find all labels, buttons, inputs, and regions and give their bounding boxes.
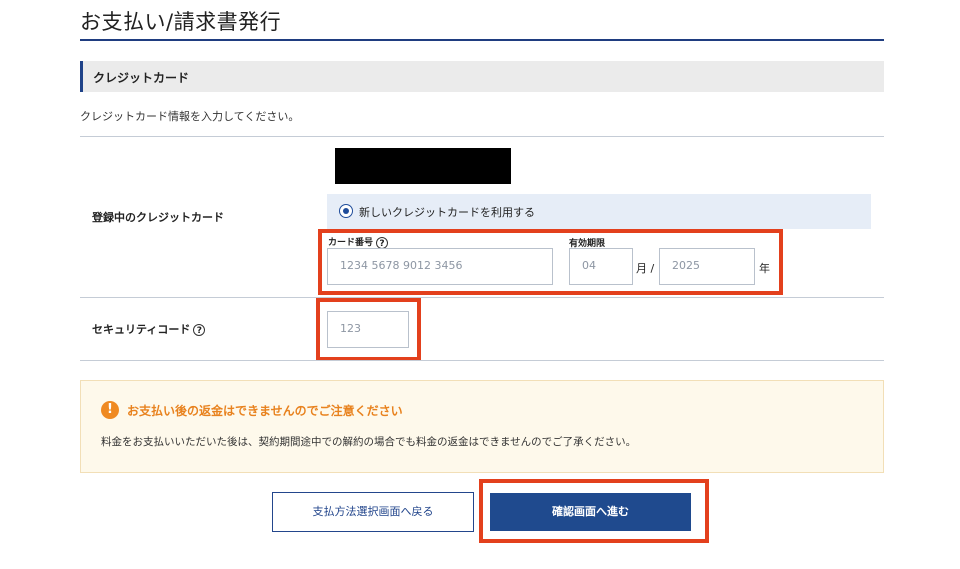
title-divider <box>80 39 884 41</box>
security-code-input[interactable]: 123 <box>327 311 409 348</box>
warning-icon: ! <box>101 401 119 419</box>
registered-card-label: 登録中のクレジットカード <box>92 211 224 224</box>
notice-title: お支払い後の返金はできませんのでご注意ください <box>127 404 403 418</box>
row-divider-bottom <box>80 360 884 361</box>
proceed-to-confirm-button[interactable]: 確認画面へ進む <box>490 493 691 531</box>
section-header: クレジットカード <box>80 61 884 92</box>
redacted-card-info <box>335 148 511 184</box>
row-divider-top <box>80 136 884 137</box>
expiry-month-input[interactable]: 04 <box>569 248 633 285</box>
new-card-option-label: 新しいクレジットカードを利用する <box>359 206 535 219</box>
help-icon[interactable]: ? <box>193 324 206 336</box>
help-icon[interactable]: ? <box>376 236 389 249</box>
card-number-label-text: カード番号 <box>328 238 374 248</box>
row-divider-middle <box>80 297 884 298</box>
security-code-label-text: セキュリティコード <box>92 323 191 336</box>
radio-selected[interactable] <box>339 204 353 218</box>
month-unit: 月 / <box>636 262 655 275</box>
year-unit: 年 <box>759 262 770 275</box>
section-intro: クレジットカード情報を入力してください。 <box>80 110 300 123</box>
expiry-year-input[interactable]: 2025 <box>659 248 755 285</box>
notice-text: 料金をお支払いいただいた後は、契約期間途中での解約の場合でも料金の返金はできませ… <box>101 436 637 448</box>
page-title: お支払い/請求書発行 <box>80 10 282 34</box>
card-number-label: カード番号? <box>328 235 389 249</box>
new-card-option[interactable]: 新しいクレジットカードを利用する <box>327 194 871 229</box>
card-number-input[interactable]: 1234 5678 9012 3456 <box>327 248 553 285</box>
section-title: クレジットカード <box>93 71 190 85</box>
back-button[interactable]: 支払方法選択画面へ戻る <box>272 492 474 532</box>
refund-notice: ! お支払い後の返金はできませんのでご注意ください 料金をお支払いいただいた後は… <box>80 380 884 473</box>
security-code-label: セキュリティコード? <box>92 321 206 337</box>
